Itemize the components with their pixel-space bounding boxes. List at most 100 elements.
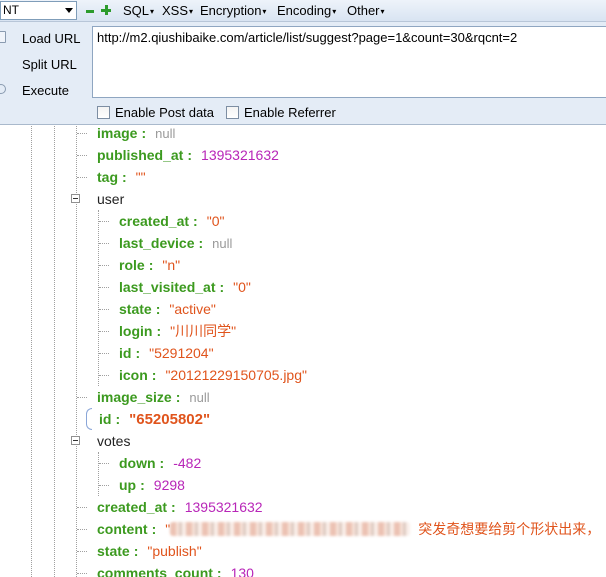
json-value: "0"	[233, 279, 251, 295]
json-row-image: image: null	[97, 126, 176, 141]
row-highlight-bracket	[86, 408, 92, 430]
tree-connector	[99, 375, 109, 376]
checkbox-icon[interactable]	[226, 106, 239, 119]
tree-connector	[99, 463, 109, 464]
xss-menu-label: XSS	[162, 3, 189, 18]
execute-label: Execute	[22, 83, 69, 98]
split-url-label: Split URL	[22, 57, 77, 72]
checkbox-icon[interactable]	[97, 106, 110, 119]
encryption-menu[interactable]: Encryption▾	[200, 3, 266, 19]
json-row-user[interactable]: user	[97, 188, 124, 210]
encryption-menu-label: Encryption	[200, 3, 262, 18]
json-row-user-created-at: created_at: "0"	[119, 213, 225, 229]
json-key: id	[99, 411, 112, 427]
collapse-toggle-icon[interactable]	[71, 194, 80, 203]
blurred-text	[170, 522, 411, 536]
json-key: last_device	[119, 235, 195, 251]
json-key: role	[119, 257, 145, 273]
json-key: image_size	[97, 389, 172, 405]
mode-select-value: NT	[3, 3, 19, 17]
json-value: "川川同学"	[170, 323, 237, 339]
encoding-menu-label: Encoding	[277, 3, 332, 18]
json-key: published_at	[97, 147, 184, 163]
load-url-label: Load URL	[22, 31, 81, 46]
json-value: null	[155, 126, 176, 141]
sql-menu[interactable]: SQL▾	[123, 3, 154, 19]
json-value: 130	[230, 565, 254, 577]
caret-down-icon: ▾	[262, 7, 267, 16]
caret-down-icon: ▾	[332, 7, 337, 16]
collapse-toggle-icon[interactable]	[71, 436, 80, 445]
caret-down-icon: ▾	[380, 7, 385, 16]
json-row-published-at: published_at:1395321632	[97, 147, 279, 163]
load-url-button[interactable]: Load URL	[0, 27, 88, 49]
json-key: icon	[119, 367, 148, 383]
chevron-down-icon[interactable]	[65, 8, 73, 13]
json-value: -482	[173, 455, 202, 471]
tree-connector	[99, 353, 109, 354]
json-value: "5291204"	[149, 345, 214, 361]
json-row-user-last-device: last_device: null	[119, 235, 233, 251]
json-key: image	[97, 126, 138, 141]
enable-post-label: Enable Post data	[115, 105, 215, 120]
encoding-menu[interactable]: Encoding▾	[277, 3, 336, 19]
tree-guide-line	[54, 126, 55, 577]
tree-connector	[99, 221, 109, 222]
json-key: id	[119, 345, 132, 361]
sql-menu-label: SQL	[123, 3, 150, 18]
json-row-tag: tag: ""	[97, 169, 146, 185]
tree-connector	[77, 397, 87, 398]
json-value: "publish"	[147, 543, 202, 559]
json-tree: image: null published_at:1395321632 tag: "…	[0, 126, 606, 577]
split-url-icon	[0, 57, 6, 69]
json-row-votes-up: up:9298	[119, 477, 185, 493]
json-object-label: votes	[97, 433, 131, 449]
tree-connector	[77, 507, 87, 508]
json-row-user-id: id: "5291204"	[119, 345, 214, 361]
json-row-image-size: image_size: null	[97, 389, 210, 405]
tree-connector	[77, 551, 87, 552]
json-row-id[interactable]: id: "65205802"	[99, 408, 210, 430]
json-key: comments_count	[97, 565, 213, 577]
json-row-votes[interactable]: votes	[97, 430, 130, 452]
json-row-created-at: created_at:1395321632	[97, 499, 263, 515]
tree-guide-line	[31, 126, 32, 577]
plus-icon[interactable]	[101, 5, 111, 15]
json-value: ""	[135, 169, 146, 185]
tree-connector	[99, 485, 109, 486]
json-value: 突发奇想要给剪个形状出来，	[418, 521, 601, 537]
tree-connector	[99, 287, 109, 288]
json-key: up	[119, 477, 137, 493]
xss-menu[interactable]: XSS▾	[162, 3, 193, 19]
json-row-state: state: "publish"	[97, 543, 202, 559]
json-value: null	[189, 390, 210, 405]
other-menu-label: Other	[347, 3, 380, 18]
json-object-label: user	[97, 191, 125, 207]
hackbar-toolbar: NT SQL▾ XSS▾ Encryption▾ Encoding▾ Other…	[0, 0, 606, 22]
url-textarea[interactable]: http://m2.qiushibaike.com/article/list/s…	[92, 26, 606, 98]
json-key: content	[97, 521, 148, 537]
enable-referrer-label: Enable Referrer	[244, 105, 336, 120]
json-value: "0"	[206, 213, 225, 229]
mode-select[interactable]: NT	[0, 1, 77, 20]
tree-connector	[77, 133, 87, 134]
caret-down-icon: ▾	[189, 7, 194, 16]
json-row-votes-down: down: -482	[119, 455, 202, 471]
other-menu[interactable]: Other▾	[347, 3, 385, 19]
json-key: down	[119, 455, 156, 471]
split-url-button[interactable]: Split URL	[0, 53, 88, 75]
load-url-icon	[0, 31, 6, 43]
execute-button[interactable]: Execute	[0, 79, 88, 101]
json-key: created_at	[119, 213, 190, 229]
tree-connector	[99, 309, 109, 310]
minus-icon[interactable]	[86, 10, 94, 13]
json-value: null	[212, 236, 233, 251]
tree-connector	[99, 243, 109, 244]
json-value: "active"	[169, 301, 216, 317]
tree-connector	[99, 331, 109, 332]
tree-connector	[77, 177, 87, 178]
json-key: state	[119, 301, 152, 317]
json-key: state	[97, 543, 130, 559]
json-row-user-state: state: "active"	[119, 301, 216, 317]
json-key: tag	[97, 169, 118, 185]
